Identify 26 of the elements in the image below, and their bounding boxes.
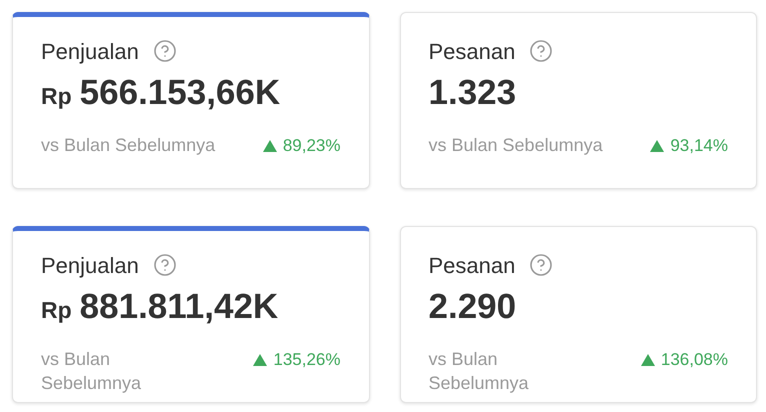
metric-card[interactable]: Pesanan 1.323 vs Bulan Sebelumnya 93,14%: [400, 12, 757, 189]
metric-card[interactable]: Pesanan 2.290 vs Bulan Sebelumnya 136,08%: [400, 226, 757, 403]
change-percent: 135,26%: [273, 349, 340, 371]
metric-value: 566.153,66K: [80, 75, 280, 110]
help-icon[interactable]: [152, 253, 177, 277]
metric-card[interactable]: Penjualan Rp 566.153,66K vs Bulan Sebelumnya 89,23%: [12, 12, 370, 189]
change-percent: 136,08%: [660, 349, 728, 371]
currency-label: Rp: [41, 82, 72, 111]
metric-title: Penjualan: [41, 252, 139, 280]
help-icon[interactable]: [529, 253, 554, 277]
metric-value: 881.811,42K: [80, 289, 278, 324]
metric-title: Pesanan: [428, 252, 516, 280]
currency-label: Rp: [41, 296, 72, 325]
metric-title: Penjualan: [41, 38, 139, 66]
change-percent: 93,14%: [670, 135, 728, 157]
help-icon[interactable]: [152, 39, 177, 63]
comparison-label: vs Bulan Sebelumnya: [41, 134, 216, 157]
comparison-label: vs Bulan Sebelumnya: [428, 348, 530, 395]
metric-value: 2.290: [428, 289, 516, 324]
comparison-label: vs Bulan Sebelumnya: [428, 134, 603, 157]
metric-card[interactable]: Penjualan Rp 881.811,42K vs Bulan Sebelumnya 135,26%: [12, 226, 370, 403]
comparison-label: vs Bulan Sebelumnya: [41, 348, 142, 395]
change-percent: 89,23%: [282, 135, 340, 157]
metric-value: 1.323: [428, 75, 516, 110]
metric-title: Pesanan: [428, 38, 516, 66]
help-icon[interactable]: [529, 39, 554, 63]
